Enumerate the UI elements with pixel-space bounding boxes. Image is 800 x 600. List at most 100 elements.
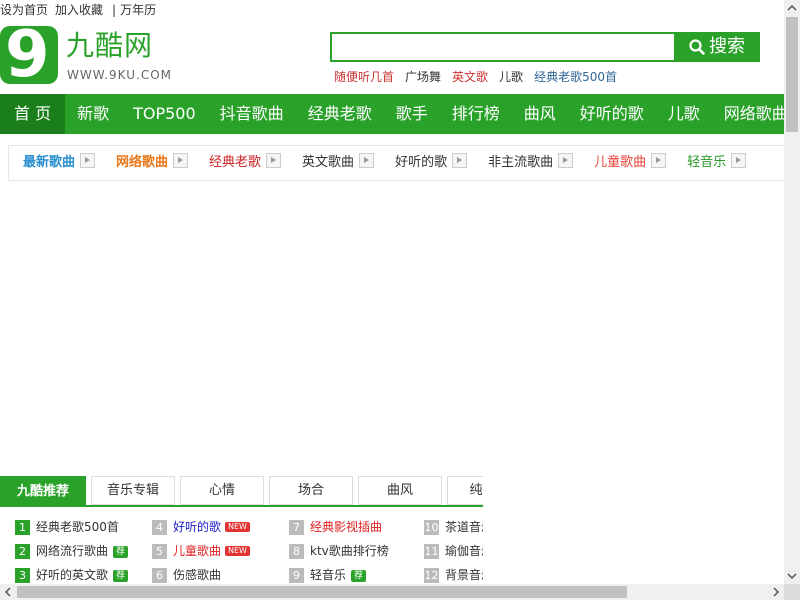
nav-item[interactable]: 经典老歌 (296, 94, 384, 134)
scroll-left-arrow-icon[interactable] (0, 584, 16, 600)
main-nav: 首 页新歌 TOP500 抖音歌曲 经典老歌 歌手 排行榜 曲风 好听的歌 儿歌 网络歌曲 (0, 94, 784, 134)
list-item[interactable]: 3 好听的英文歌荐 (15, 566, 152, 584)
rank-number: 10 (424, 520, 439, 535)
logo-name: 九酷网 (66, 29, 154, 62)
play-arrow-icon[interactable] (558, 153, 574, 168)
list-item[interactable]: 8 ktv歌曲排行榜 (289, 542, 426, 566)
play-arrow-icon[interactable] (651, 153, 667, 168)
list-item[interactable]: 11 瑜伽音乐 (424, 542, 483, 566)
list-item-label: 儿童歌曲 (173, 544, 222, 558)
play-arrow-icon[interactable] (731, 153, 747, 168)
sub-nav-item[interactable]: 轻音乐 (687, 146, 747, 180)
play-arrow-icon[interactable] (266, 153, 282, 168)
rank-number: 2 (15, 544, 30, 559)
scrollbar-corner (784, 584, 800, 600)
list-item-label: 背景音乐 (445, 568, 483, 582)
page-viewport: 设为首页 加入收藏 | 万年历 9 九酷网 WWW.9KU.COM 搜索 随便听几首广… (0, 0, 784, 584)
add-favorite-link[interactable]: 加入收藏 (55, 3, 103, 17)
sub-nav-item[interactable]: 好听的歌 (395, 146, 468, 180)
list-item-label: 好听的歌 (173, 520, 222, 534)
rank-number: 3 (15, 568, 30, 583)
rank-number: 11 (424, 544, 439, 559)
rank-column: 4 好听的歌 NEW 5 儿童歌曲 NEW 6 伤感歌曲 (152, 518, 289, 584)
horizontal-scrollbar[interactable] (0, 584, 784, 600)
sub-nav-label: 轻音乐 (687, 155, 727, 170)
rank-column: 1 经典老歌500首 2 网络流行歌曲荐 3 好听的英文歌荐 (15, 518, 152, 584)
sub-nav-label: 非主流歌曲 (488, 155, 554, 170)
nav-item[interactable]: 排行榜 (440, 94, 512, 134)
sub-nav-label: 最新歌曲 (23, 155, 76, 170)
nav-item[interactable]: 抖音歌曲 (208, 94, 296, 134)
sub-nav-item[interactable]: 经典老歌 (209, 146, 282, 180)
list-item[interactable]: 1 经典老歌500首 (15, 518, 152, 542)
search-icon (689, 39, 705, 55)
play-arrow-icon[interactable] (173, 153, 189, 168)
scroll-up-arrow-icon[interactable] (784, 0, 800, 16)
nav-item[interactable]: 曲风 (512, 94, 568, 134)
recommend-badge: 荐 (113, 546, 129, 558)
hot-word-link[interactable]: 英文歌 (452, 70, 488, 84)
play-arrow-icon[interactable] (80, 153, 96, 168)
nav-item[interactable]: 儿歌 (656, 94, 712, 134)
list-item[interactable]: 4 好听的歌 NEW (152, 518, 289, 542)
sub-nav-label: 英文歌曲 (302, 155, 355, 170)
recommend-tabs: 九酷推荐音乐专辑心情场合曲风纯音乐 (0, 476, 483, 507)
site-logo[interactable]: 9 九酷网 WWW.9KU.COM (0, 18, 180, 92)
sub-nav-item[interactable]: 儿童歌曲 (594, 146, 667, 180)
list-item-label: 经典影视插曲 (310, 520, 383, 534)
list-item[interactable]: 9 轻音乐荐 (289, 566, 426, 584)
play-arrow-icon[interactable] (452, 153, 468, 168)
vertical-scroll-thumb[interactable] (786, 17, 798, 132)
nav-item[interactable]: 网络歌曲 (712, 94, 784, 134)
tab-item[interactable]: 九酷推荐 (0, 476, 86, 505)
nav-item[interactable]: 歌手 (384, 94, 440, 134)
nav-item[interactable]: 好听的歌 (568, 94, 656, 134)
scroll-right-arrow-icon[interactable] (768, 584, 784, 600)
hot-search-words: 随便听几首 广场舞 英文歌 儿歌 经典老歌500首 (334, 68, 628, 85)
tab-item[interactable]: 纯音乐 (447, 476, 483, 505)
scroll-down-arrow-icon[interactable] (784, 568, 800, 584)
search-box (330, 32, 674, 62)
play-arrow-icon[interactable] (359, 153, 375, 168)
list-item-label: 伤感歌曲 (173, 568, 222, 582)
tab-item[interactable]: 音乐专辑 (91, 476, 175, 505)
list-item-label: 网络流行歌曲 (36, 544, 109, 558)
logo-digit: 9 (5, 18, 50, 92)
search-button[interactable]: 搜索 (674, 32, 760, 62)
nav-item[interactable]: 新歌 (65, 94, 121, 134)
list-item[interactable]: 12 背景音乐 (424, 566, 483, 584)
tab-item[interactable]: 曲风 (358, 476, 442, 505)
nav-item[interactable]: TOP500 (121, 94, 208, 134)
tab-item[interactable]: 场合 (269, 476, 353, 505)
horizontal-scroll-thumb[interactable] (17, 586, 627, 598)
rank-number: 9 (289, 568, 304, 583)
set-homepage-link[interactable]: 设为首页 (0, 3, 48, 17)
search-input[interactable] (332, 34, 674, 60)
nav-item[interactable]: 首 页 (0, 94, 66, 134)
sub-nav-label: 儿童歌曲 (594, 155, 647, 170)
sub-nav-item[interactable]: 非主流歌曲 (488, 146, 574, 180)
hot-word-link[interactable]: 广场舞 (405, 70, 441, 84)
list-item-label: 好听的英文歌 (36, 568, 109, 582)
hot-word-link[interactable]: 儿歌 (499, 70, 523, 84)
list-item[interactable]: 7 经典影视插曲 (289, 518, 426, 542)
calendar-link[interactable]: 万年历 (120, 3, 156, 17)
rank-number: 6 (152, 568, 167, 583)
hot-word-link[interactable]: 经典老歌500首 (534, 70, 617, 84)
tab-item[interactable]: 心情 (180, 476, 264, 505)
vertical-scrollbar[interactable] (784, 0, 800, 584)
sub-nav-item[interactable]: 最新歌曲 (23, 146, 96, 180)
sub-nav-item[interactable]: 网络歌曲 (116, 146, 189, 180)
list-item[interactable]: 5 儿童歌曲 NEW (152, 542, 289, 566)
list-item[interactable]: 6 伤感歌曲 (152, 566, 289, 584)
rank-column: 10 茶道音乐 11 瑜伽音乐 12 背景音乐 (424, 518, 483, 584)
list-item[interactable]: 2 网络流行歌曲荐 (15, 542, 152, 566)
hot-word-link[interactable]: 随便听几首 (334, 70, 394, 84)
rank-number: 5 (152, 544, 167, 559)
sub-nav-item[interactable]: 英文歌曲 (302, 146, 375, 180)
recommend-badge: 荐 (113, 570, 129, 582)
list-item-label: 经典老歌500首 (36, 520, 119, 534)
sub-nav-label: 经典老歌 (209, 155, 262, 170)
rank-number: 7 (289, 520, 304, 535)
list-item[interactable]: 10 茶道音乐 (424, 518, 483, 542)
